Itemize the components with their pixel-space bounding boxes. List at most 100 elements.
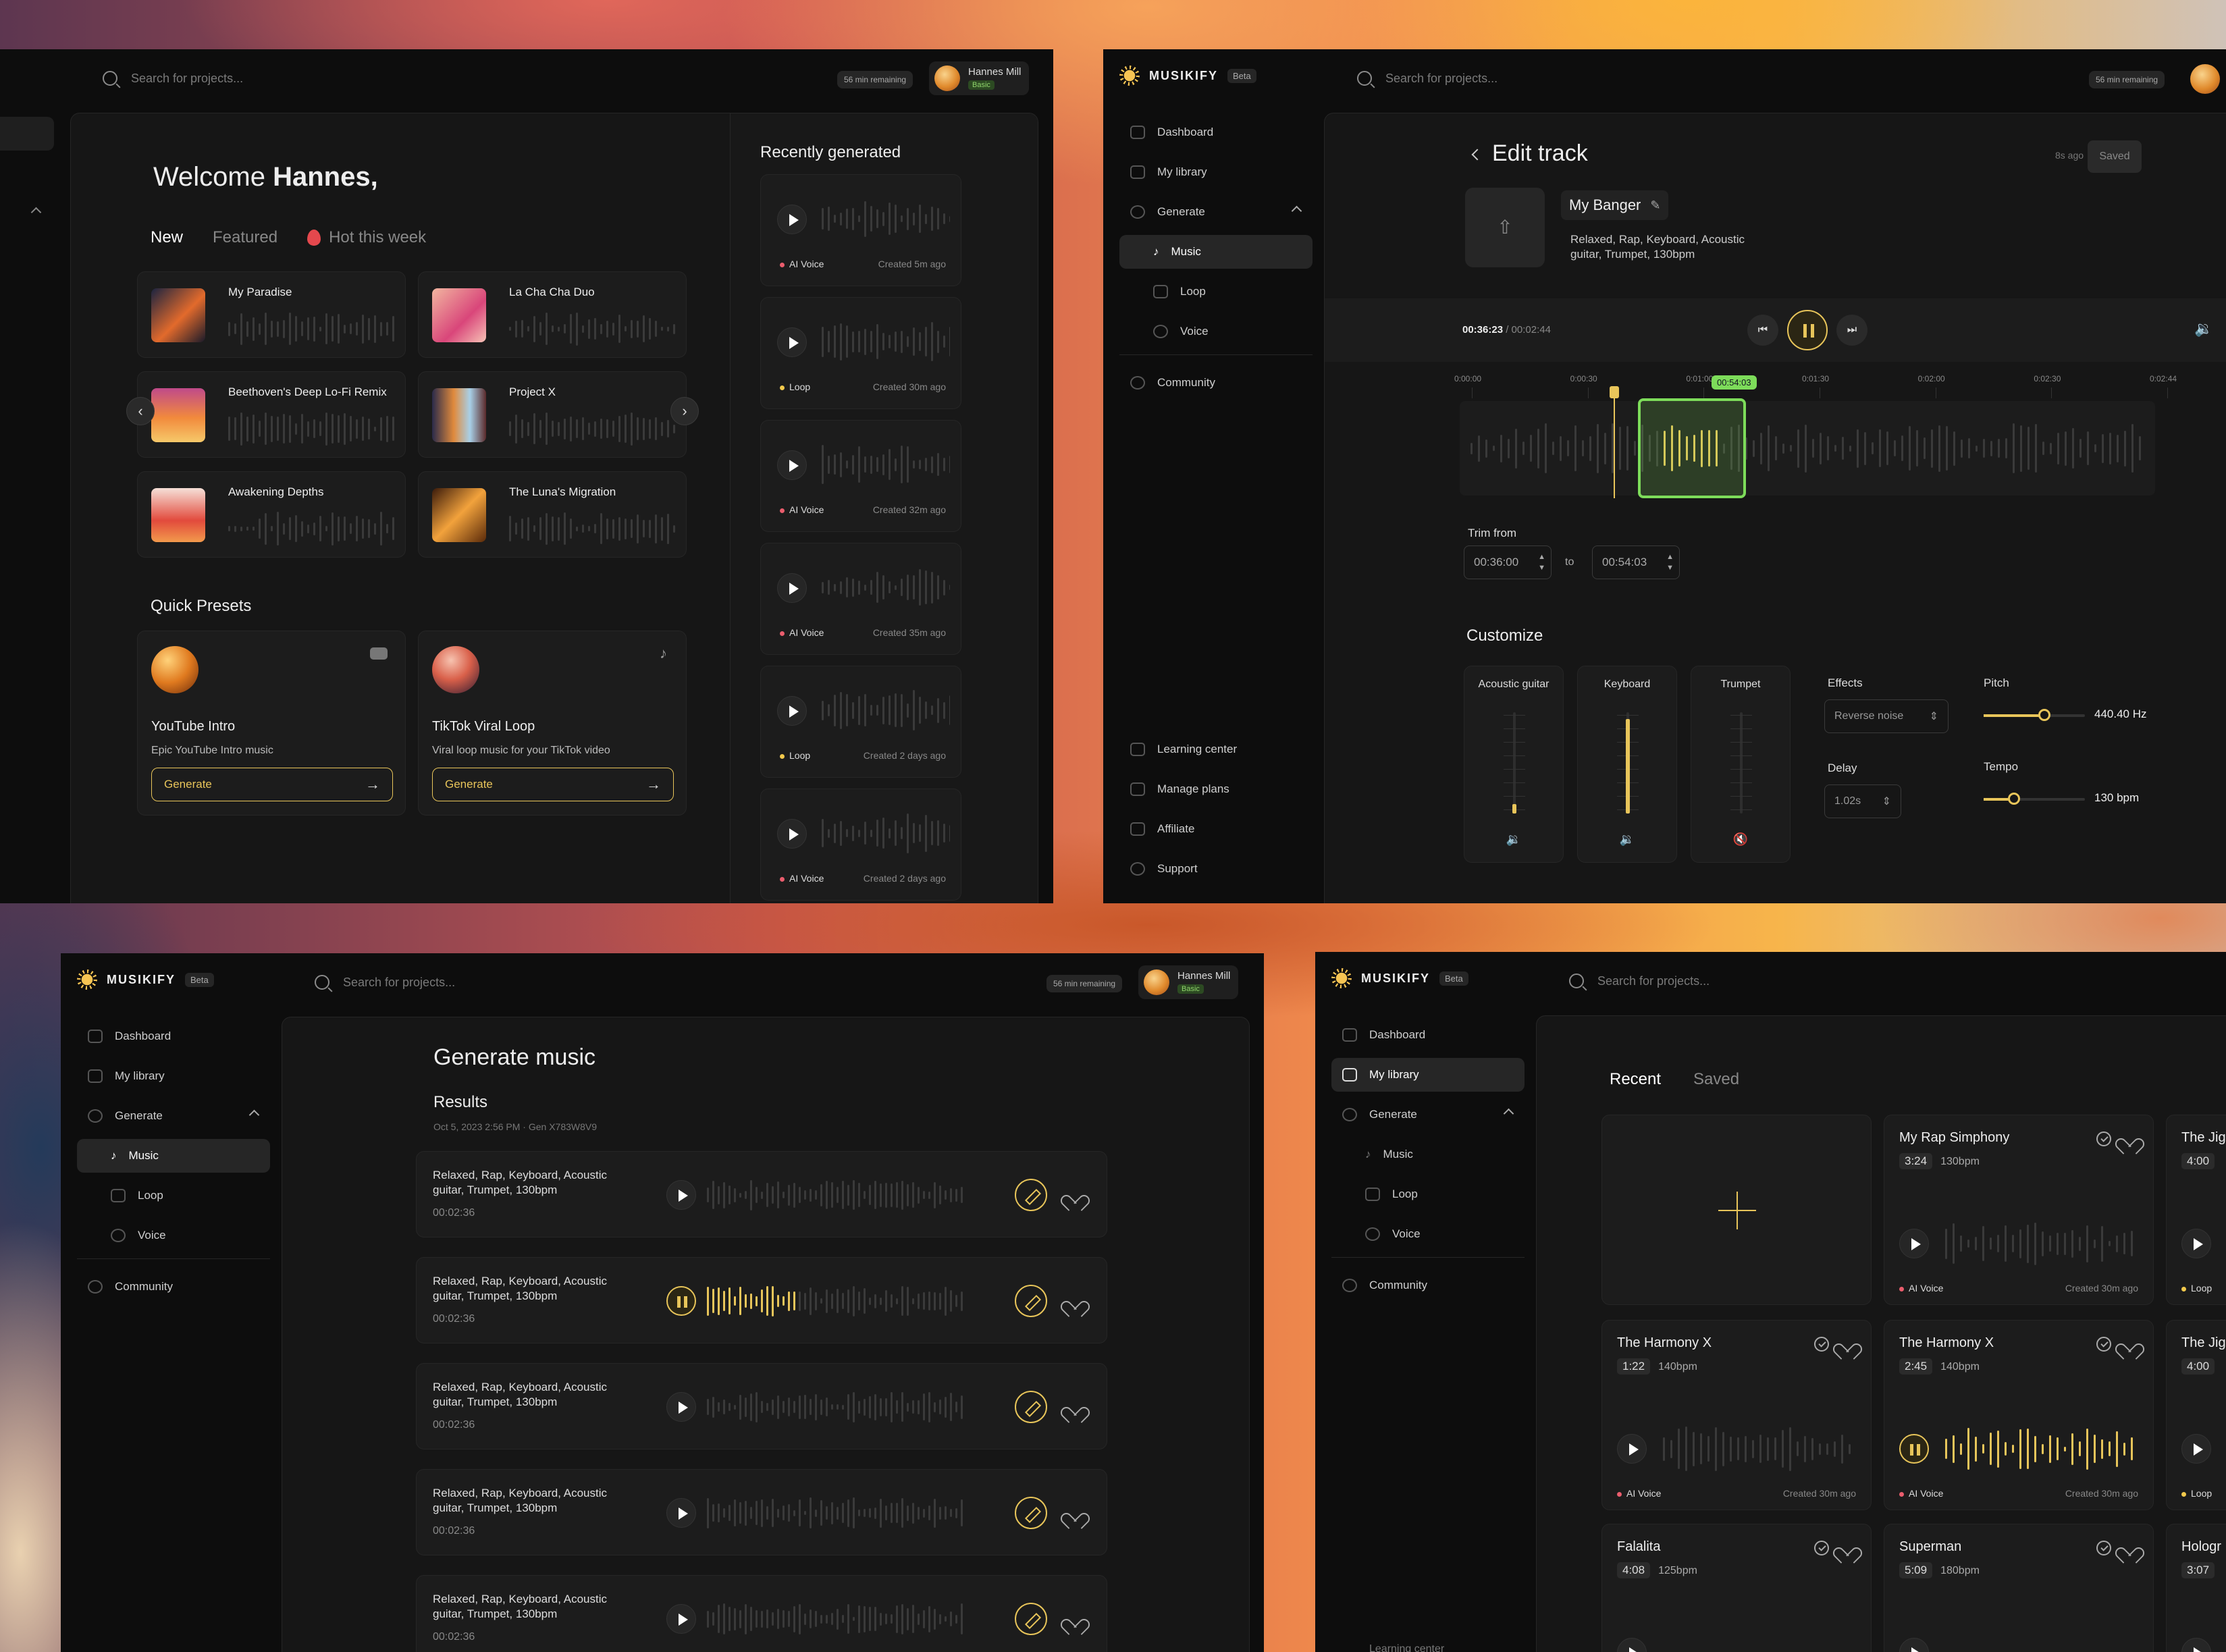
- new-track-card[interactable]: [1601, 1115, 1872, 1305]
- tempo-slider[interactable]: [1984, 793, 2085, 805]
- edit-button[interactable]: [1015, 1391, 1047, 1423]
- effects-select[interactable]: Reverse noise ⇕: [1824, 699, 1949, 733]
- sidebar-item-loop[interactable]: Loop: [77, 1179, 270, 1213]
- sidebar-item-affiliate[interactable]: Affiliate: [1119, 812, 1313, 846]
- volume-icon[interactable]: 🔉: [1578, 832, 1676, 847]
- sidebar-item-learning[interactable]: Learning center: [1119, 732, 1313, 766]
- pause-button[interactable]: [1899, 1434, 1929, 1464]
- download-icon[interactable]: [2096, 1541, 2111, 1555]
- result-row[interactable]: Relaxed, Rap, Keyboard, Acoustic guitar,…: [416, 1151, 1107, 1237]
- sidebar-item-library[interactable]: My library: [77, 1059, 270, 1093]
- sidebar-item-voice[interactable]: Voice: [77, 1219, 270, 1252]
- edit-button[interactable]: [1015, 1603, 1047, 1635]
- skip-back-button[interactable]: ⏮: [1747, 315, 1778, 346]
- play-button[interactable]: [777, 205, 807, 234]
- tab-hot[interactable]: Hot this week: [307, 228, 426, 247]
- track-card[interactable]: Awakening Depths: [137, 471, 406, 558]
- recent-card[interactable]: AI Voice Created 32m ago: [760, 420, 961, 532]
- pause-button[interactable]: [1787, 310, 1828, 350]
- sidebar-item-plans[interactable]: Manage plans: [1119, 772, 1313, 806]
- recent-card[interactable]: Loop Created 2 days ago: [760, 666, 961, 778]
- sidebar-item-loop[interactable]: Loop: [1119, 275, 1313, 309]
- sidebar-item-generate[interactable]: Generate: [1119, 195, 1313, 229]
- download-icon[interactable]: [1814, 1541, 1829, 1555]
- generate-button[interactable]: Generate →: [432, 768, 674, 801]
- search-input[interactable]: Search for projects...: [1597, 974, 1710, 988]
- heart-icon[interactable]: [1066, 1294, 1082, 1309]
- result-row[interactable]: Relaxed, Rap, Keyboard, Acoustic guitar,…: [416, 1575, 1107, 1652]
- volume-icon[interactable]: 🔉: [1464, 832, 1563, 847]
- library-track-card[interactable]: The Harmony X 2:45 140bpm AI Voice Created 3…: [1884, 1320, 2154, 1510]
- sidebar-item-music[interactable]: ♪ Music: [1119, 235, 1313, 269]
- search-bar[interactable]: Search for projects...: [103, 71, 243, 86]
- play-button[interactable]: [777, 696, 807, 726]
- sidebar-item-learning[interactable]: Learning center: [1342, 1643, 1444, 1652]
- play-button[interactable]: [666, 1498, 696, 1528]
- heart-icon[interactable]: [1066, 1188, 1082, 1203]
- search-bar[interactable]: Search for projects...: [1357, 71, 1498, 86]
- track-card[interactable]: My Paradise: [137, 271, 406, 358]
- play-button[interactable]: [666, 1180, 696, 1210]
- back-chevron-icon[interactable]: [1471, 149, 1483, 161]
- user-menu[interactable]: Hannes Mill Basic: [1138, 965, 1239, 999]
- saved-button[interactable]: Saved: [2088, 140, 2142, 173]
- preset-card-tiktok[interactable]: ♪ TikTok Viral Loop Viral loop music for…: [418, 631, 687, 816]
- download-icon[interactable]: [2096, 1337, 2111, 1352]
- heart-icon[interactable]: [1066, 1612, 1082, 1627]
- library-track-card[interactable]: Falalita 4:08 125bpm: [1601, 1524, 1872, 1652]
- sidebar-item-dashboard[interactable]: Dashboard: [77, 1019, 270, 1053]
- play-button[interactable]: [777, 819, 807, 849]
- heart-icon[interactable]: [1066, 1400, 1082, 1415]
- sidebar-item-library[interactable]: My library: [1331, 1058, 1525, 1092]
- sidebar-item-community[interactable]: Community: [77, 1270, 270, 1304]
- chevron-up-icon[interactable]: [30, 207, 42, 218]
- download-icon[interactable]: [1814, 1337, 1829, 1352]
- play-button[interactable]: [666, 1604, 696, 1634]
- result-row[interactable]: Relaxed, Rap, Keyboard, Acoustic guitar,…: [416, 1257, 1107, 1343]
- track-card[interactable]: Project X: [418, 371, 687, 458]
- sidebar-item-voice[interactable]: Voice: [1331, 1217, 1525, 1251]
- search-input[interactable]: Search for projects...: [131, 72, 243, 86]
- pitch-slider[interactable]: [1984, 709, 2085, 721]
- library-track-card[interactable]: Superman 5:09 180bpm: [1884, 1524, 2154, 1652]
- tab-recent[interactable]: Recent: [1610, 1070, 1661, 1089]
- heart-icon[interactable]: [2121, 1541, 2137, 1555]
- library-track-card[interactable]: Hologr 3:07: [2166, 1524, 2226, 1652]
- stepper-icon[interactable]: ▲ ▼: [1666, 552, 1674, 573]
- skip-forward-button[interactable]: ⏭: [1836, 315, 1867, 346]
- preset-card-youtube[interactable]: YouTube Intro Epic YouTube Intro music G…: [137, 631, 406, 816]
- edit-button[interactable]: [1015, 1285, 1047, 1317]
- search-bar[interactable]: Search for projects...: [315, 975, 455, 990]
- sidebar-collapsed-item[interactable]: [0, 117, 54, 151]
- heart-icon[interactable]: [2121, 1131, 2137, 1146]
- recent-card[interactable]: AI Voice Created 2 days ago: [760, 789, 961, 901]
- pause-button[interactable]: [666, 1286, 696, 1316]
- edit-button[interactable]: [1015, 1497, 1047, 1529]
- library-track-card[interactable]: The Jig 4:00 Loop: [2166, 1320, 2226, 1510]
- sidebar-item-voice[interactable]: Voice: [1119, 315, 1313, 348]
- volume-icon[interactable]: 🔉: [2194, 320, 2212, 338]
- play-button[interactable]: [1899, 1638, 1929, 1652]
- generate-button[interactable]: Generate →: [151, 768, 393, 801]
- playhead-handle[interactable]: [1610, 386, 1619, 398]
- play-button[interactable]: [777, 327, 807, 357]
- sidebar-item-library[interactable]: My library: [1119, 155, 1313, 189]
- sidebar-item-music[interactable]: ♪ Music: [77, 1139, 270, 1173]
- mute-icon[interactable]: 🔇: [1691, 832, 1790, 847]
- play-button[interactable]: [1617, 1434, 1647, 1464]
- result-row[interactable]: Relaxed, Rap, Keyboard, Acoustic guitar,…: [416, 1469, 1107, 1555]
- delay-select[interactable]: 1.02s ⇕: [1824, 784, 1901, 818]
- trim-from-input[interactable]: 00:36:00 ▲ ▼: [1464, 545, 1552, 579]
- heart-icon[interactable]: [1066, 1506, 1082, 1521]
- play-button[interactable]: [2181, 1229, 2211, 1258]
- track-card[interactable]: Beethoven's Deep Lo-Fi Remix: [137, 371, 406, 458]
- playhead[interactable]: [1614, 390, 1615, 498]
- track-card[interactable]: La Cha Cha Duo: [418, 271, 687, 358]
- play-button[interactable]: [2181, 1434, 2211, 1464]
- play-button[interactable]: [777, 573, 807, 603]
- sidebar-item-dashboard[interactable]: Dashboard: [1119, 115, 1313, 149]
- cover-upload[interactable]: ⇧: [1465, 188, 1545, 267]
- result-row[interactable]: Relaxed, Rap, Keyboard, Acoustic guitar,…: [416, 1363, 1107, 1449]
- library-track-card[interactable]: The Jig 4:00 Loop: [2166, 1115, 2226, 1305]
- recent-card[interactable]: Loop Created 30m ago: [760, 297, 961, 409]
